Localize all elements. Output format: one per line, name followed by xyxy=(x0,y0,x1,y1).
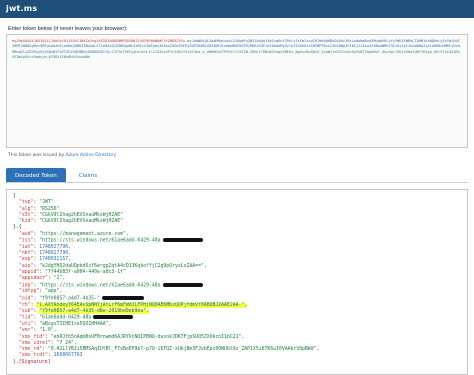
claim-key: "kid" xyxy=(19,219,34,225)
issuer-prefix: This token was issued by xyxy=(8,153,65,158)
claim-key: "exp" xyxy=(19,257,34,263)
claim-value: "7 24", xyxy=(56,340,77,346)
claim-key: "ver" xyxy=(19,328,34,334)
claim-key: "typ" xyxy=(19,200,34,206)
claim-key: "xms_idrel" xyxy=(19,340,51,346)
claim-value: "f9fe0857-a4d7-4b35-d8e-2019bd9eb9ba", xyxy=(39,308,149,314)
app-brand[interactable]: jwt.ms xyxy=(6,0,37,18)
redaction-bar xyxy=(101,295,144,300)
claim-value: "1.AXYAhdeyY64EAvSpNNYjAtLrF6mFWdJLFPHjN… xyxy=(36,302,248,308)
claim-key: "xms_tcdt" xyxy=(19,353,48,359)
issuer-link[interactable]: Azure Active Directory xyxy=(66,153,116,158)
claim-key: "oid" xyxy=(19,296,34,302)
payload-claim-row: "tid": "61ae6add-0429-48a xyxy=(13,315,461,322)
claim-value: "RS256" xyxy=(39,206,60,212)
claim-key: "xms_rd" xyxy=(19,347,43,353)
claim-value: "61ae6add-0429-48a xyxy=(39,315,92,321)
claim-key: "sub" xyxy=(19,308,34,314)
token-input-label: Enter token below (it never leaves your … xyxy=(8,26,128,32)
claim-key: "idtyp" xyxy=(19,289,40,295)
tab-bar: Decoded Token Claims xyxy=(6,168,468,183)
payload-claim-row: "iss": "https://sts.windows.net/61ae6add… xyxy=(13,238,461,245)
claim-key: "idp" xyxy=(19,283,34,289)
claim-value: "CGkV9lIhag2hEVSnauMksWjHZAE" xyxy=(39,212,123,218)
claim-key: "x5t" xyxy=(19,212,34,218)
claim-value: 1748027790, xyxy=(39,251,72,257)
payload-claim-row: "oid": "f9fe0857-a4d7-4b35-" xyxy=(13,295,461,303)
claim-key: "xms_ftd" xyxy=(19,334,45,340)
claim-value: "app", xyxy=(45,289,63,295)
claim-value: 1748027790, xyxy=(39,244,72,250)
tab-claims[interactable]: Claims xyxy=(70,168,107,182)
claim-key: "appidacr" xyxy=(19,276,48,282)
claim-key: "nbf" xyxy=(19,251,34,257)
claim-key: "iss" xyxy=(19,238,34,244)
claim-value: "2", xyxy=(53,276,66,282)
claim-key: "iat" xyxy=(19,244,34,250)
token-input[interactable]: eyJ0eXAiOiJKV1QiLCJhbGciOiJSUzI1NiIsIng1… xyxy=(6,34,468,148)
redaction-bar xyxy=(162,282,203,287)
claim-value: "k2dgYHQ2daUQpbd6xY6ergp2qtA4cD13Kqkoffj… xyxy=(39,263,207,269)
redaction-bar xyxy=(93,315,134,320)
claim-key: "aio" xyxy=(19,263,34,269)
signature-line: }.[Signature] xyxy=(13,359,51,365)
claim-value: 1748032157, xyxy=(39,257,72,263)
claim-value: "https://sts.windows.net/61ae6add-0429-4… xyxy=(39,283,161,289)
claim-value: "1.0", xyxy=(39,328,57,334)
tab-decoded-token[interactable]: Decoded Token xyxy=(6,168,66,182)
claim-key: "rh" xyxy=(19,302,31,308)
claim-key: "tid" xyxy=(19,315,34,321)
issuer-note: This token was issued by Azure Active Di… xyxy=(8,153,468,158)
decoded-token-panel: { "typ": "JWT" "alg": "RS256" "x5t": "CGkV… xyxy=(6,189,468,375)
claim-value: "https://management.azure.com", xyxy=(39,231,129,237)
claim-key: "appid" xyxy=(19,270,40,276)
token-text: eyJ0eXAiOiJKV1QiLCJhbGciOiJSUzI1NiIsIng1… xyxy=(12,39,460,59)
app-header: jwt.ms xyxy=(0,0,474,18)
claim-value: "aBsgvT3IHE1se5QO1HH4AA", xyxy=(39,321,112,327)
claim-key: "aud" xyxy=(19,231,34,237)
payload-claim-row: "idp": "https://sts.windows.net/61ae6add… xyxy=(13,282,461,290)
claim-value: "https://sts.windows.net/61ae6add-0429-4… xyxy=(39,238,161,244)
claim-value: "f9fe0857-a4d7-4b35-" xyxy=(39,296,100,302)
token-header-part: eyJ0eXAiOiJKV1QiLCJhbGciOiJSUzI1NiIsIng1… xyxy=(12,39,186,43)
claim-key: "uti" xyxy=(19,321,34,327)
main-content: Enter token below (it never leaves your … xyxy=(0,18,474,375)
claim-value: "7f44b83f-a004-440e-a0c3-1f" xyxy=(45,270,126,276)
claim-value: "enRJfb5nAqm8oUFBrnwmdKAJRYVcNOIPBNQ-das… xyxy=(50,334,245,340)
claim-value: "CGkV9lIhag2hEVSnauMksWjHZAE" xyxy=(39,219,123,225)
claim-value: "0.42LlYBJi5BMSAqIUtBl_F7vBoEF9b7-p7Q-i6… xyxy=(47,347,320,353)
claim-key: "alg" xyxy=(19,206,34,212)
redaction-bar xyxy=(162,238,203,243)
claim-value: 1668667763 xyxy=(53,353,83,359)
claim-value: "JWT" xyxy=(39,200,54,206)
